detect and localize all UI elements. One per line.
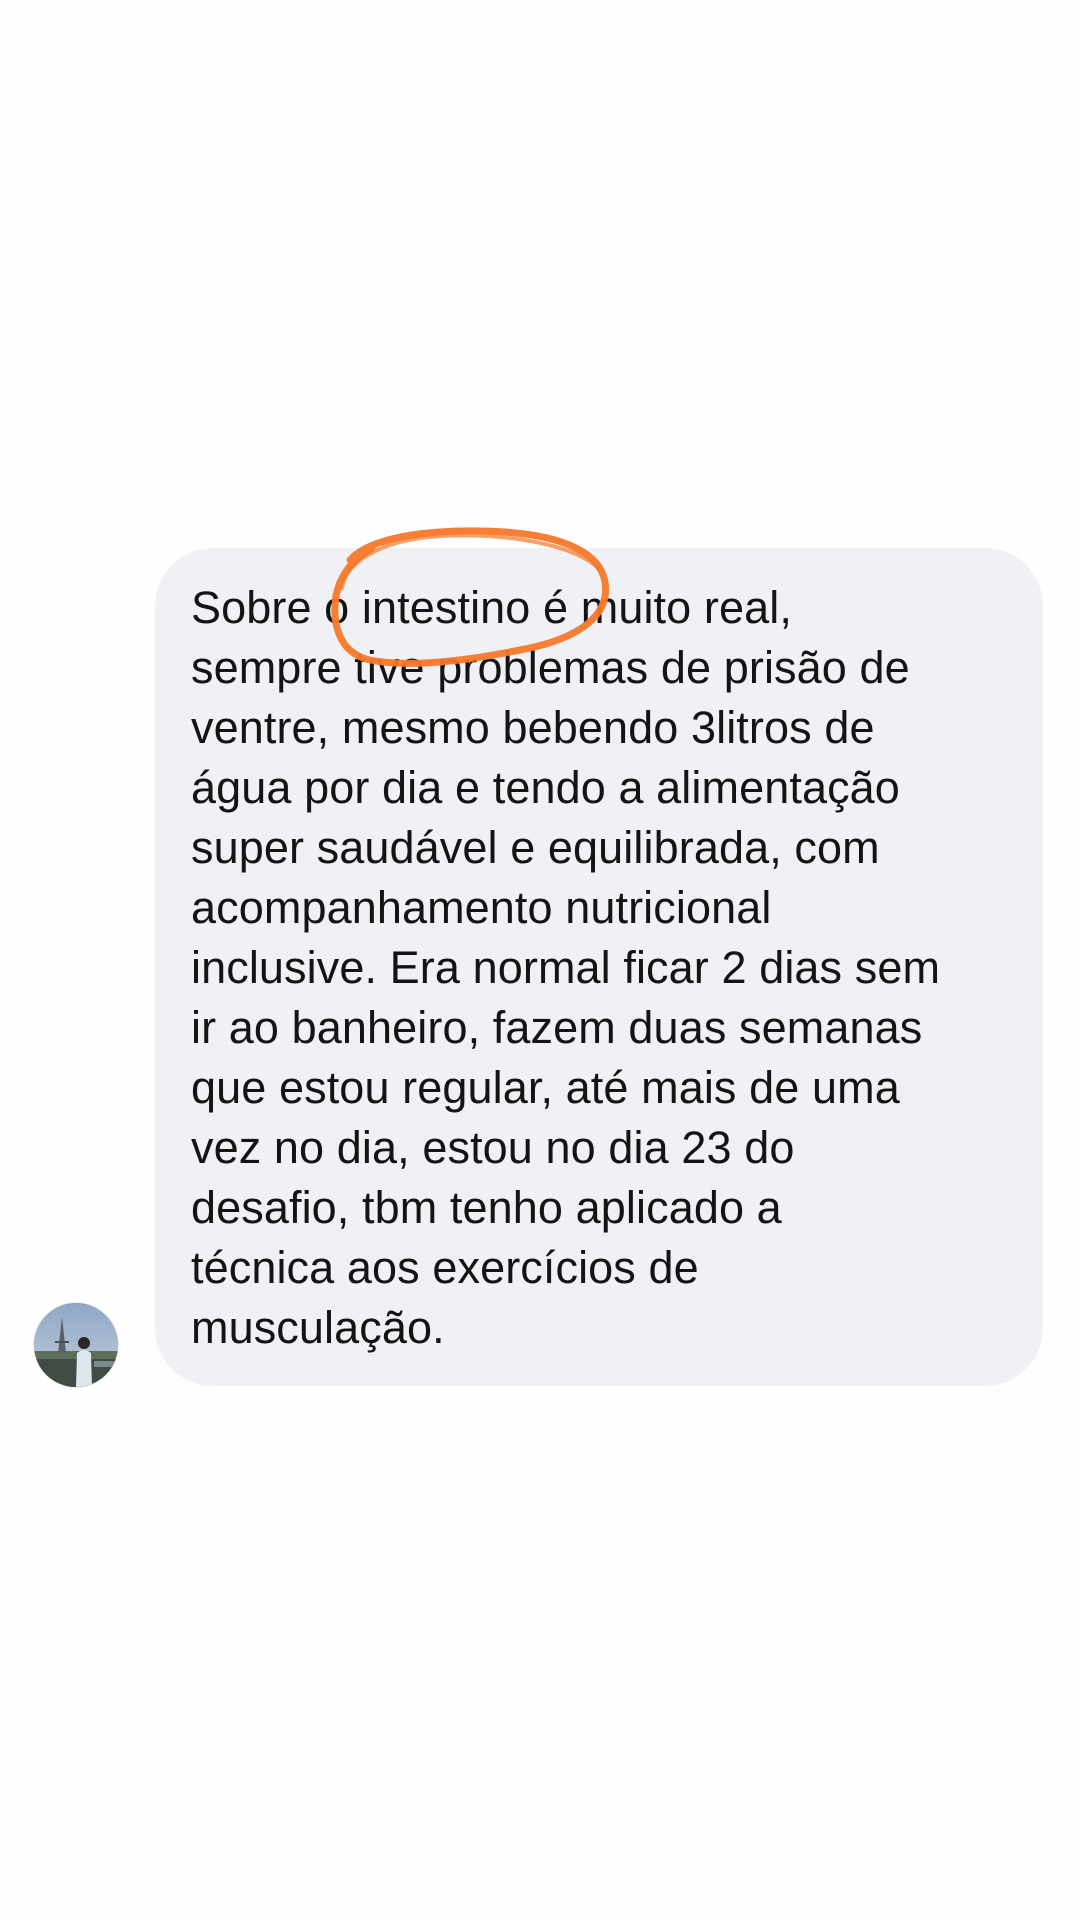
dm-screen: Sobre o intestino é muito real, sempre t…: [0, 0, 1080, 1920]
avatar-photo-icon: [34, 1303, 118, 1387]
message-bubble[interactable]: Sobre o intestino é muito real, sempre t…: [155, 548, 1043, 1386]
sender-avatar[interactable]: [34, 1303, 118, 1387]
received-message-row: Sobre o intestino é muito real, sempre t…: [0, 0, 1080, 1920]
message-text: Sobre o intestino é muito real, sempre t…: [191, 582, 941, 1353]
